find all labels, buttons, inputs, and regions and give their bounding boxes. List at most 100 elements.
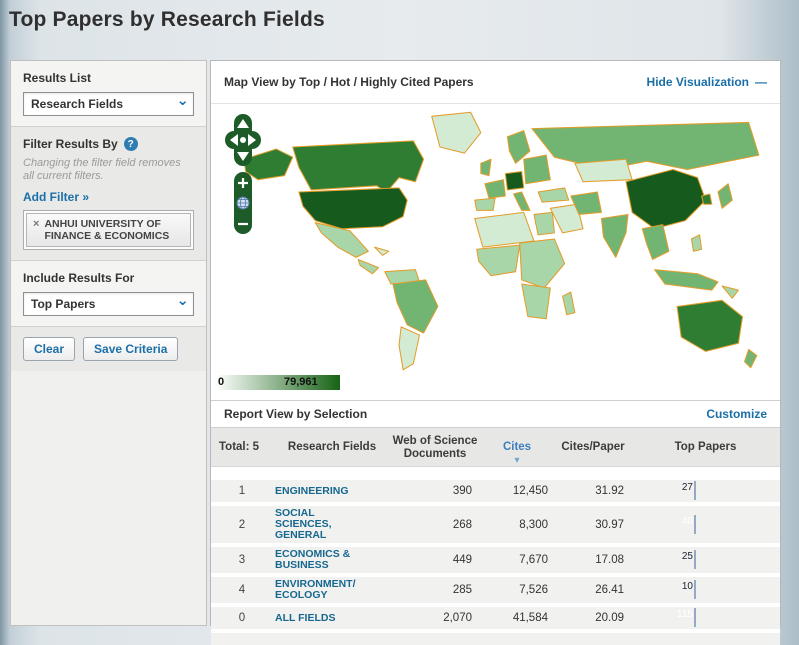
column-header-top-papers[interactable]: Top Papers: [631, 441, 780, 454]
top-papers-cell: 115: [631, 609, 780, 627]
column-header-research-fields[interactable]: Research Fields: [273, 441, 391, 454]
map-header: Map View by Top / Hot / Highly Cited Pap…: [211, 61, 780, 104]
pan-center-icon[interactable]: [240, 137, 246, 143]
table-row: 0 ALL FIELDS 2,070 41,584 20.09 115: [211, 607, 780, 629]
top-papers-bar: 10: [694, 580, 696, 599]
top-papers-cell: 10: [631, 581, 780, 599]
customize-link[interactable]: Customize: [706, 407, 767, 421]
minus-icon: —: [755, 75, 767, 89]
map-country-west-africa[interactable]: [477, 245, 520, 276]
map-country-turkey[interactable]: [538, 188, 569, 202]
map-country-france[interactable]: [485, 180, 505, 198]
map-country-brazil[interactable]: [393, 280, 438, 333]
add-filter-link[interactable]: Add Filter »: [23, 190, 194, 204]
map-country-cuba[interactable]: [375, 247, 389, 255]
map-country-greenland[interactable]: [432, 112, 481, 153]
map-country-india[interactable]: [601, 214, 628, 257]
field-link[interactable]: SOCIAL SCIENCES, GENERAL: [273, 508, 391, 541]
results-list-dropdown[interactable]: Research Fields ⌄: [23, 92, 194, 116]
map-country-japan[interactable]: [718, 184, 732, 209]
map-country-spain[interactable]: [475, 198, 495, 210]
top-papers-bar: 25: [694, 550, 696, 569]
map-country-papua[interactable]: [722, 286, 738, 298]
field-link[interactable]: ENVIRONMENT/ ECOLOGY: [273, 579, 391, 601]
map-country-germany[interactable]: [505, 172, 523, 190]
map-legend: 0 79,961: [216, 375, 416, 390]
globe-icon[interactable]: [237, 197, 249, 209]
hide-visualization-label: Hide Visualization: [647, 75, 749, 89]
top-papers-cell: 25: [631, 551, 780, 569]
map-country-australia[interactable]: [677, 300, 742, 351]
top-papers-value: 115: [677, 609, 693, 622]
map-country-central-america[interactable]: [358, 259, 378, 273]
report-view-title: Report View by Selection: [224, 407, 367, 421]
map-country-china[interactable]: [626, 169, 706, 228]
map-country-philippines[interactable]: [691, 235, 701, 251]
zoom-control[interactable]: [234, 172, 252, 234]
include-results-value: Top Papers: [31, 297, 95, 311]
map-country-egypt[interactable]: [534, 212, 554, 234]
field-link[interactable]: ALL FIELDS: [273, 613, 391, 624]
top-papers-cell: 40: [631, 516, 780, 534]
remove-filter-icon[interactable]: ×: [33, 218, 39, 242]
world-map: 0 79,961: [211, 104, 780, 400]
field-link[interactable]: ENGINEERING: [273, 486, 391, 497]
map-country-kazakhstan[interactable]: [575, 159, 632, 181]
map-country-indonesia[interactable]: [655, 270, 718, 290]
map-country-new-zealand[interactable]: [745, 349, 757, 367]
top-papers-bar: 115: [694, 608, 696, 627]
legend-gradient: [216, 375, 340, 390]
cites-per-paper-cell: 31.92: [555, 485, 631, 497]
map-country-italy[interactable]: [514, 192, 530, 210]
page-title: Top Papers by Research Fields: [9, 8, 325, 32]
sidebar: Results List Research Fields ⌄ Filter Re…: [10, 60, 207, 626]
cites-per-paper-cell: 30.97: [555, 519, 631, 531]
page: Top Papers by Research Fields Results Li…: [0, 0, 799, 627]
map-country-russia[interactable]: [532, 122, 759, 169]
filter-note: Changing the filter field removes all cu…: [23, 157, 194, 183]
pan-control[interactable]: [225, 114, 261, 166]
field-link[interactable]: ECONOMICS & BUSINESS: [273, 549, 391, 571]
top-papers-value: 40: [682, 516, 693, 529]
column-header-cites-per-paper[interactable]: Cites/Paper: [555, 441, 631, 454]
rank-cell: 1: [211, 485, 273, 497]
map-country-east-africa[interactable]: [520, 239, 565, 288]
clear-button[interactable]: Clear: [23, 337, 75, 361]
help-icon[interactable]: ?: [124, 137, 138, 151]
save-criteria-button[interactable]: Save Criteria: [83, 337, 178, 361]
table-row: 1 ENGINEERING 390 12,450 31.92 27: [211, 480, 780, 502]
map-country-uk[interactable]: [481, 159, 491, 175]
choropleth-map: [213, 106, 765, 374]
results-list-label: Results List: [23, 71, 194, 85]
table-row: 3 ECONOMICS & BUSINESS 449 7,670 17.08 2…: [211, 547, 780, 573]
filter-tag[interactable]: × ANHUI UNIVERSITY OF FINANCE & ECONOMIC…: [26, 213, 191, 247]
sort-desc-icon: ▾: [514, 455, 519, 466]
top-papers-bar: 27: [694, 481, 696, 500]
docs-cell: 2,070: [391, 612, 479, 624]
map-country-madagascar[interactable]: [563, 292, 575, 314]
cites-per-paper-cell: 17.08: [555, 554, 631, 566]
table-row: 2 SOCIAL SCIENCES, GENERAL 268 8,300 30.…: [211, 506, 780, 543]
column-header-documents[interactable]: Web of Science Documents: [391, 435, 479, 461]
cites-per-paper-cell: 26.41: [555, 584, 631, 596]
table-body: 1 ENGINEERING 390 12,450 31.92 27 2 SOCI…: [211, 467, 780, 645]
rank-cell: 4: [211, 584, 273, 596]
map-country-south-korea[interactable]: [702, 194, 712, 204]
filter-heading: Filter Results By: [23, 137, 118, 151]
map-country-argentina[interactable]: [399, 327, 419, 370]
docs-cell: 390: [391, 485, 479, 497]
docs-cell: 268: [391, 519, 479, 531]
top-papers-value: 25: [682, 551, 693, 564]
actions-section: Clear Save Criteria: [11, 327, 206, 371]
top-papers-value: 10: [682, 581, 693, 594]
map-country-east-europe[interactable]: [524, 155, 551, 184]
map-country-southern-africa[interactable]: [522, 284, 551, 319]
cites-cell: 12,450: [479, 485, 555, 497]
include-results-dropdown[interactable]: Top Papers ⌄: [23, 292, 194, 316]
map-country-southeast-asia[interactable]: [642, 225, 669, 260]
map-country-canada[interactable]: [293, 141, 424, 192]
hide-visualization-link[interactable]: Hide Visualization —: [647, 75, 767, 89]
results-list-section: Results List Research Fields ⌄: [11, 61, 206, 127]
column-header-cites[interactable]: Cites ▾: [479, 428, 555, 467]
main-panel: Map View by Top / Hot / Highly Cited Pap…: [210, 60, 781, 626]
